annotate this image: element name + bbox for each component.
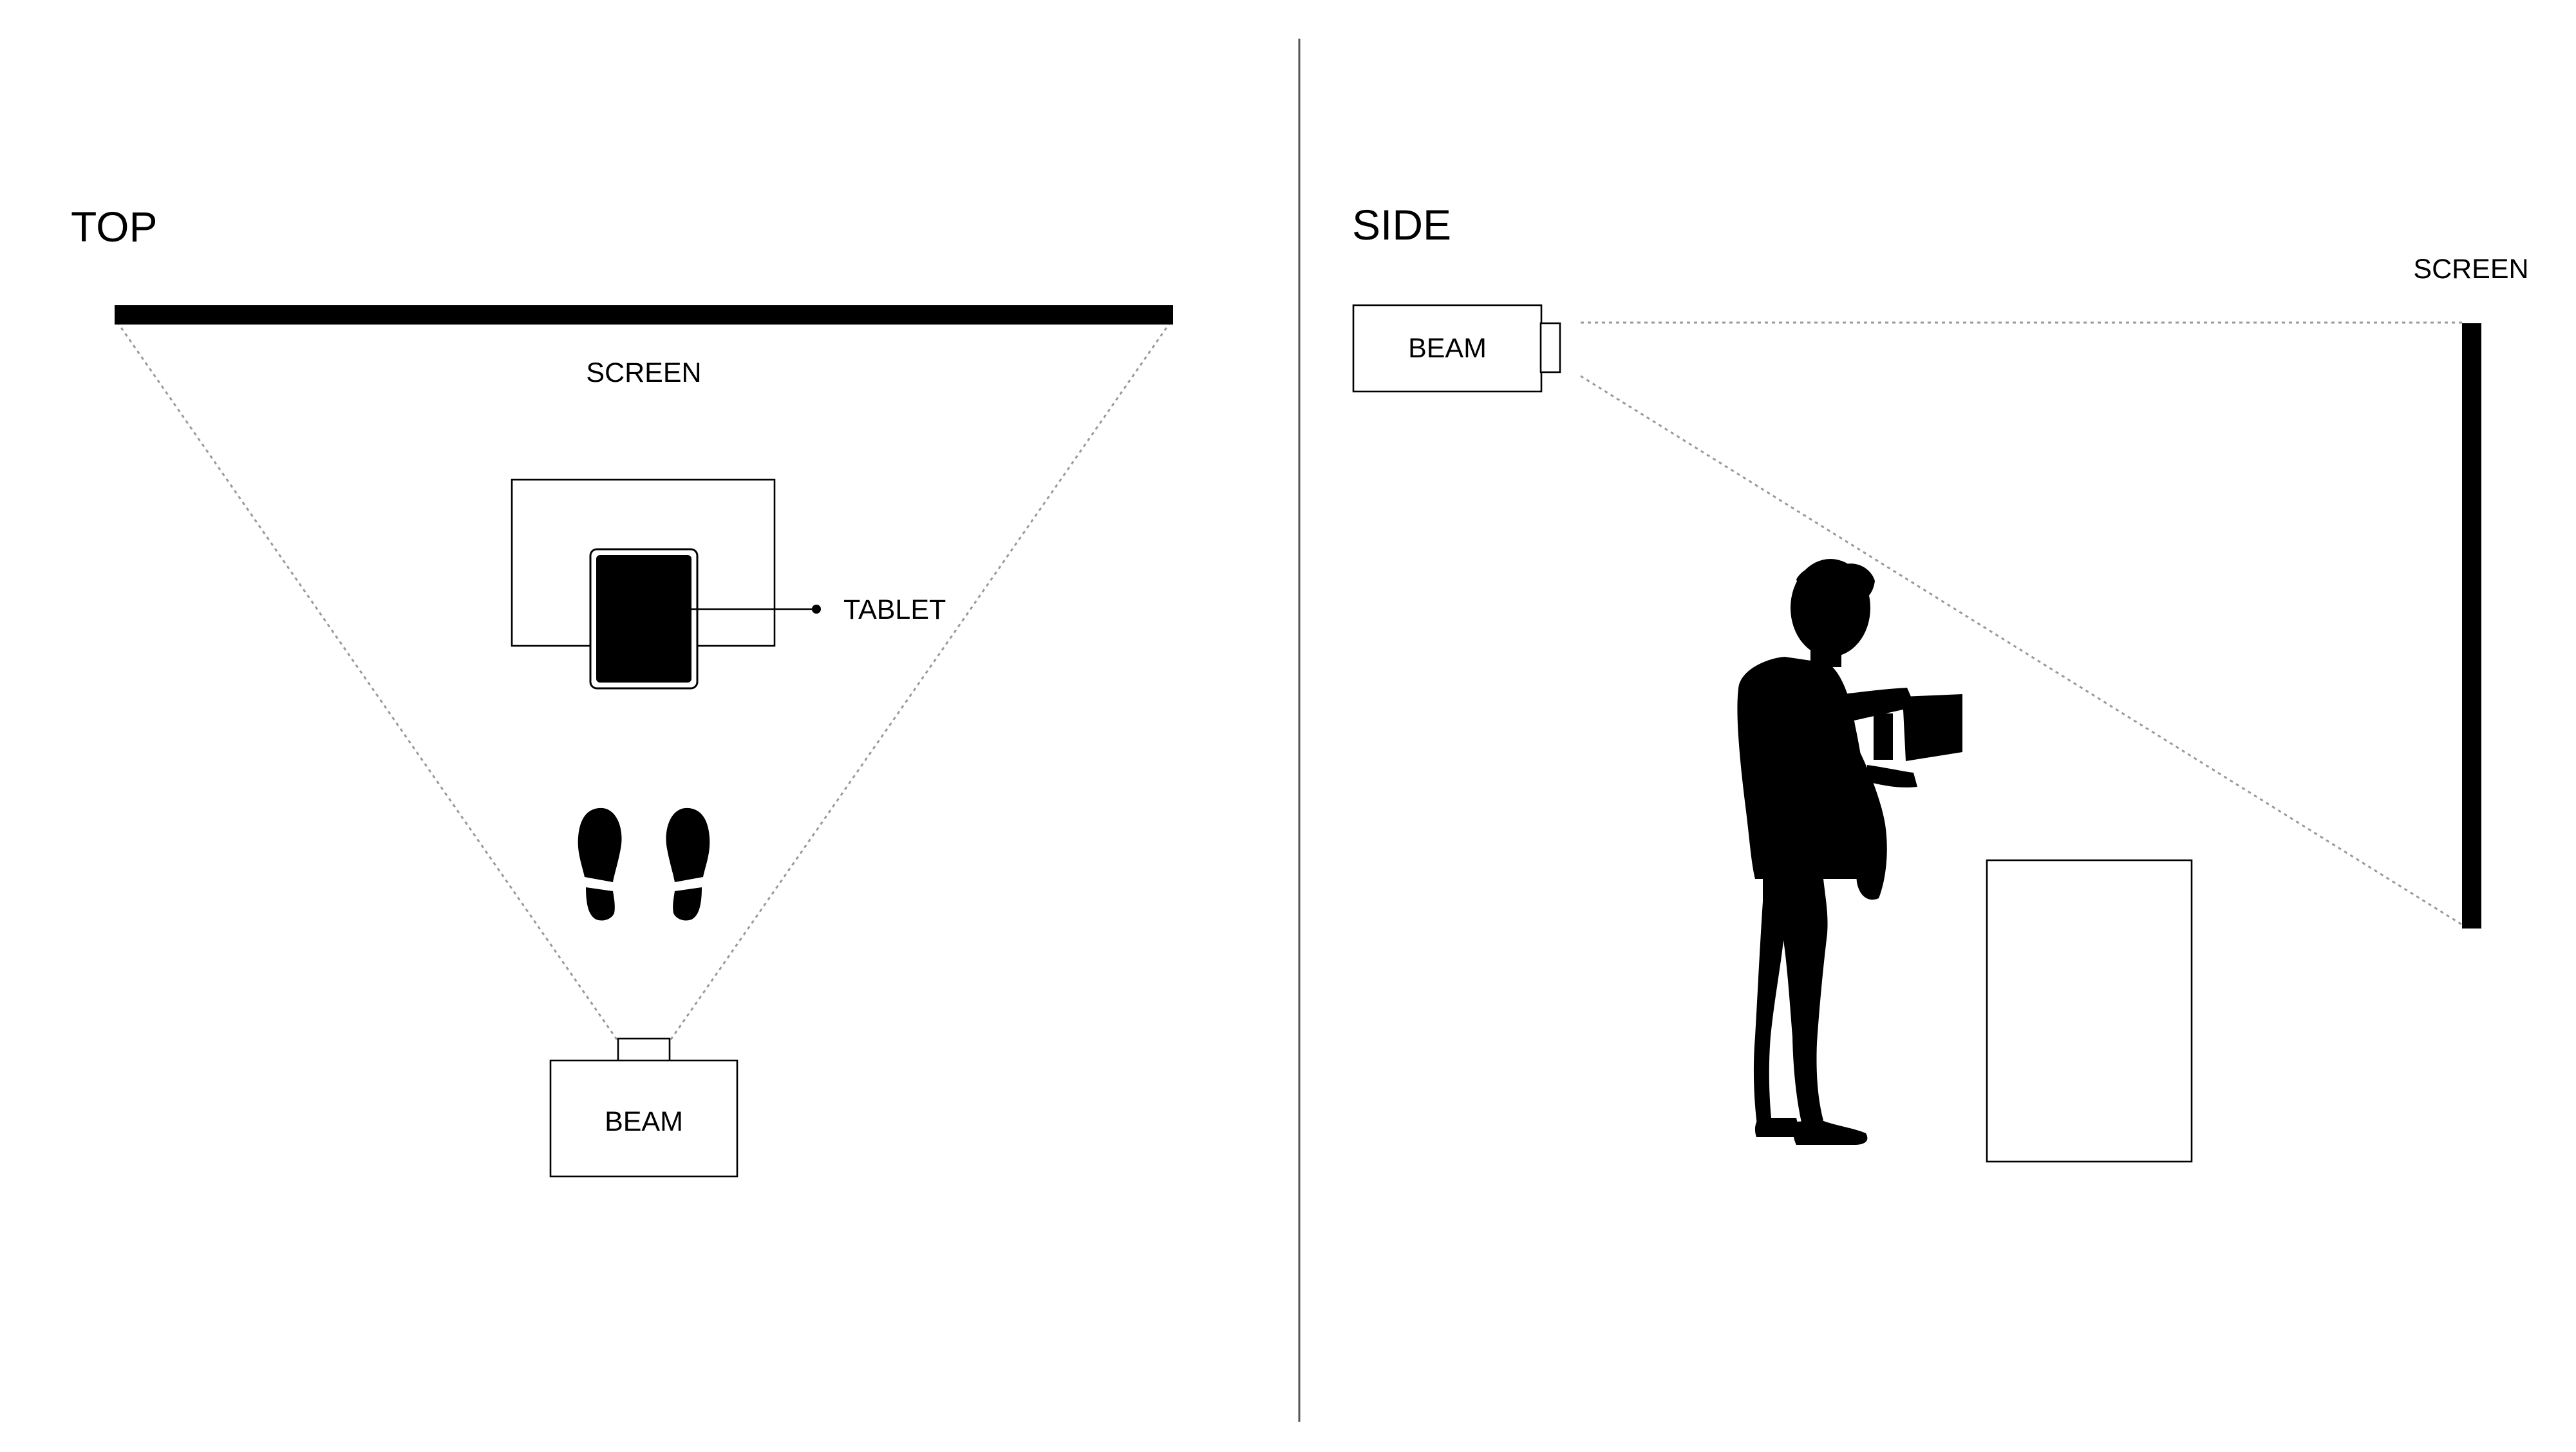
top-projection-line-left <box>116 321 621 1044</box>
top-screen <box>115 305 1173 325</box>
tablet-label: TABLET <box>843 594 946 625</box>
tablet-callout-dot <box>812 605 821 614</box>
top-beam-lens <box>617 1037 671 1062</box>
side-beam-lens <box>1539 322 1561 373</box>
side-screen <box>2462 323 2481 929</box>
top-projection-line-right <box>667 321 1172 1044</box>
footprints-icon <box>578 807 710 921</box>
top-screen-label: SCREEN <box>586 357 701 388</box>
top-tablet-screen <box>596 555 691 683</box>
side-projection-line-bottom <box>1580 375 2463 926</box>
side-beam-label: BEAM <box>1408 333 1487 364</box>
diagram-svg: TOP SCREEN TABLET BEAM SIDE SCREEN BEAM <box>71 39 2529 1422</box>
diagram-canvas: TOP SCREEN TABLET BEAM SIDE SCREEN BEAM <box>0 0 2576 1449</box>
side-screen-label: SCREEN <box>2413 254 2528 285</box>
top-beam-label: BEAM <box>605 1106 683 1137</box>
top-view: TOP SCREEN TABLET BEAM <box>71 203 1173 1178</box>
side-view-title: SIDE <box>1352 201 1451 249</box>
side-view: SIDE SCREEN BEAM <box>1352 201 2529 1163</box>
top-view-title: TOP <box>71 203 157 250</box>
person-silhouette-icon <box>1737 559 1962 1145</box>
side-table <box>1986 859 2193 1163</box>
